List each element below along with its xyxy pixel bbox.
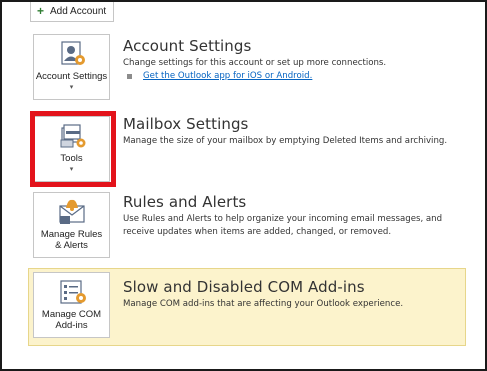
rules-alerts-icon <box>56 198 88 226</box>
account-settings-icon <box>56 40 88 68</box>
com-addins-description: Manage COM add-ins that are affecting yo… <box>123 299 404 309</box>
mailbox-settings-description: Manage the size of your mailbox by empty… <box>123 136 448 146</box>
outlook-app-link[interactable]: Get the Outlook app for iOS or Android. <box>143 71 312 81</box>
rules-alerts-description: Use Rules and Alerts to help organize yo… <box>123 214 443 237</box>
bullet-icon <box>127 74 132 79</box>
plus-icon: + <box>37 4 45 18</box>
mailbox-settings-title: Mailbox Settings <box>123 115 249 133</box>
manage-com-addins-button[interactable]: Manage COM Add-ins <box>33 272 110 338</box>
com-addins-title: Slow and Disabled COM Add-ins <box>123 278 365 296</box>
rules-alerts-title: Rules and Alerts <box>123 193 247 211</box>
account-settings-description: Change settings for this account or set … <box>123 58 387 68</box>
account-settings-title: Account Settings <box>123 37 252 55</box>
account-settings-button[interactable]: Account Settings ▾ <box>33 34 110 100</box>
account-info-panel: + Add Account Account Settings ▾ Account… <box>0 0 487 371</box>
add-account-label: Add Account <box>50 5 107 17</box>
account-settings-tile-label: Account Settings <box>35 71 108 82</box>
add-account-button[interactable]: + Add Account <box>30 2 114 22</box>
chevron-down-icon: ▾ <box>69 84 74 91</box>
manage-rules-alerts-button[interactable]: Manage Rules & Alerts <box>33 192 110 258</box>
manage-rules-alerts-label: Manage Rules & Alerts <box>40 229 103 251</box>
highlight-box <box>30 111 116 187</box>
manage-com-addins-label: Manage COM Add-ins <box>41 309 102 331</box>
com-addins-icon <box>56 278 88 306</box>
